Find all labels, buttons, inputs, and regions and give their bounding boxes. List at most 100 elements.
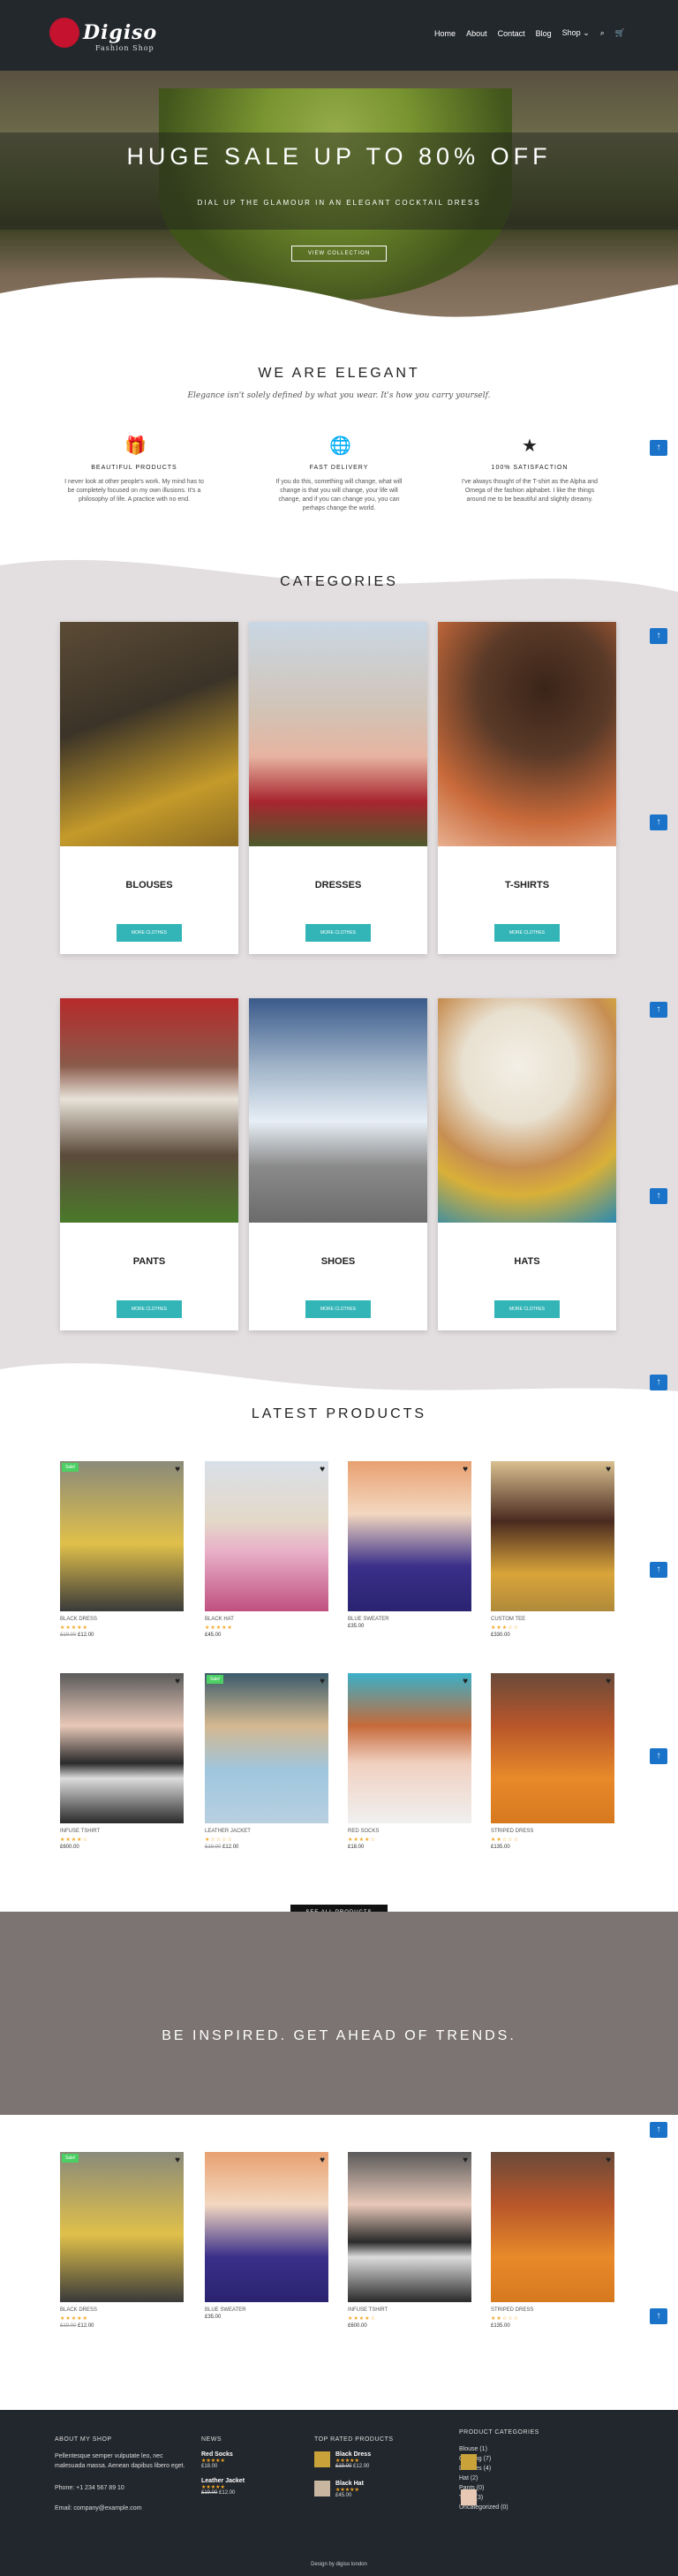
footer-cat-link[interactable]: Blouse (1) xyxy=(459,2444,583,2454)
nav-blog[interactable]: Blog xyxy=(536,29,552,38)
scroll-up-icon[interactable]: ↑ xyxy=(650,1748,667,1764)
product-card[interactable]: ♥ BLACK HAT ★★★★★ £45.00 xyxy=(205,1461,328,1638)
product-card[interactable]: ♥ BLUE SWEATER £35.00 xyxy=(205,2152,328,2320)
view-collection-button[interactable]: VIEW COLLECTION xyxy=(291,246,387,261)
product-price: £135.00 xyxy=(491,2323,614,2329)
more-clothes-button[interactable]: MORE CLOTHES xyxy=(494,924,560,942)
wishlist-heart-icon[interactable]: ♥ xyxy=(320,1465,325,1474)
product-card[interactable]: ♥ STRIPED DRESS ★★☆☆☆ £135.00 xyxy=(491,2152,614,2329)
product-card[interactable]: Sale! ♥ BLACK DRESS ★★★★★ £19.00 £12.00 xyxy=(60,1461,184,1638)
latest-title: LATEST PRODUCTS xyxy=(251,1406,427,1421)
wishlist-heart-icon[interactable]: ♥ xyxy=(175,1677,180,1686)
product-card[interactable]: ♥ INFUSE TSHIRT ★★★★☆ £600.00 xyxy=(348,2152,471,2329)
footer-cat-link[interactable]: Uncategorized (0) xyxy=(459,2503,583,2512)
product-name: LEATHER JACKET xyxy=(205,1829,251,1834)
scroll-up-icon[interactable]: ↑ xyxy=(650,440,667,456)
product-thumb xyxy=(314,2451,330,2467)
footer-news-item[interactable]: Red Socks ★★★★★ £18.00 xyxy=(201,2451,325,2469)
site-header: Digiso Fashion Shop Home About Contact B… xyxy=(0,0,678,71)
product-name: BLACK HAT xyxy=(205,1617,234,1622)
product-card[interactable]: ♥ CUSTOM TEE ★★★☆☆ £330.00 xyxy=(491,1461,614,1638)
wishlist-heart-icon[interactable]: ♥ xyxy=(606,1465,611,1474)
rating-stars: ★★☆☆☆ xyxy=(491,1837,519,1843)
scroll-up-icon[interactable]: ↑ xyxy=(650,628,667,644)
rating-stars: ★★★☆☆ xyxy=(491,1625,519,1631)
wishlist-heart-icon[interactable]: ♥ xyxy=(606,2156,611,2165)
scroll-up-icon[interactable]: ↑ xyxy=(650,1562,667,1578)
cart-icon[interactable]: 🛒 xyxy=(615,28,625,38)
more-clothes-button[interactable]: MORE CLOTHES xyxy=(117,1300,182,1318)
more-clothes-button[interactable]: MORE CLOTHES xyxy=(117,924,182,942)
product-card[interactable]: ♥ BLUE SWEATER £35.00 xyxy=(348,1461,471,1629)
new-price: £12.00 xyxy=(78,1633,94,1638)
old-price: £19.00 xyxy=(205,1845,222,1850)
scroll-up-icon[interactable]: ↑ xyxy=(650,1002,667,1018)
search-icon[interactable]: ⌕ xyxy=(600,28,605,38)
product-card[interactable]: ♥ INFUSE TSHIRT ★★★★☆ £600.00 xyxy=(60,1673,184,1850)
footer-cat-link[interactable]: Pants (0) xyxy=(459,2483,583,2493)
scroll-up-icon[interactable]: ↑ xyxy=(650,1375,667,1390)
footer-credit: Design by digiso london xyxy=(311,2562,367,2567)
new-price: £135.00 xyxy=(491,1845,510,1850)
nav-shop-label: Shop xyxy=(561,28,581,37)
wishlist-heart-icon[interactable]: ♥ xyxy=(606,1677,611,1686)
wishlist-heart-icon[interactable]: ♥ xyxy=(463,2156,468,2165)
more-clothes-button[interactable]: MORE CLOTHES xyxy=(305,1300,371,1318)
product-card[interactable]: ♥ RED SOCKS ★★★★☆ £18.00 xyxy=(348,1673,471,1850)
footer-cat-link[interactable]: Tshirt (3) xyxy=(459,2493,583,2503)
nav-shop[interactable]: Shop ⌄ xyxy=(562,28,590,38)
category-card-dresses[interactable]: DRESSES MORE CLOTHES xyxy=(249,622,427,954)
rating-stars: ★★☆☆☆ xyxy=(491,2316,519,2322)
scroll-up-icon[interactable]: ↑ xyxy=(650,814,667,830)
wishlist-heart-icon[interactable]: ♥ xyxy=(463,1677,468,1686)
category-card-tshirts[interactable]: T-SHIRTS MORE CLOTHES xyxy=(438,622,616,954)
footer-top-item[interactable]: Black Hat ★★★★★ £45.00 xyxy=(314,2481,456,2501)
new-price: £600.00 xyxy=(348,2323,367,2329)
product-image: ♥ xyxy=(348,1461,471,1611)
product-price: £35.00 xyxy=(348,1624,471,1629)
category-card-shoes[interactable]: SHOES MORE CLOTHES xyxy=(249,998,427,1330)
sale-badge: Sale! xyxy=(207,1675,224,1684)
footer-item-price: £18.00 xyxy=(201,2464,218,2469)
footer-email[interactable]: Email: company@example.com xyxy=(55,2504,187,2513)
category-card-pants[interactable]: PANTS MORE CLOTHES xyxy=(60,998,238,1330)
nav-about[interactable]: About xyxy=(466,29,487,38)
product-price: £19.00 £12.00 xyxy=(205,1845,328,1850)
category-image xyxy=(60,998,238,1223)
logo[interactable]: Digiso Fashion Shop xyxy=(49,5,164,55)
more-clothes-button[interactable]: MORE CLOTHES xyxy=(494,1300,560,1318)
category-image xyxy=(60,622,238,846)
logo-subtitle: Fashion Shop xyxy=(95,44,154,52)
product-card[interactable]: Sale! ♥ BLACK DRESS ★★★★★ £19.00 £12.00 xyxy=(60,2152,184,2329)
scroll-up-icon[interactable]: ↑ xyxy=(650,1188,667,1204)
wishlist-heart-icon[interactable]: ♥ xyxy=(175,1465,180,1474)
scroll-up-icon[interactable]: ↑ xyxy=(650,2308,667,2324)
product-price: £19.00 £12.00 xyxy=(60,2323,184,2329)
wishlist-heart-icon[interactable]: ♥ xyxy=(320,2156,325,2165)
category-card-blouses[interactable]: BLOUSES MORE CLOTHES xyxy=(60,622,238,954)
footer-cat-link[interactable]: Hat (2) xyxy=(459,2474,583,2483)
wishlist-heart-icon[interactable]: ♥ xyxy=(175,2156,180,2165)
product-card[interactable]: Sale! ♥ LEATHER JACKET ★☆☆☆☆ £19.00 £12.00 xyxy=(205,1673,328,1850)
footer-cat-link[interactable]: Dresses (4) xyxy=(459,2464,583,2474)
footer-about-title: ABOUT MY SHOP xyxy=(55,2436,112,2443)
wishlist-heart-icon[interactable]: ♥ xyxy=(463,1465,468,1474)
rating-stars: ★★★★★ xyxy=(335,2459,359,2464)
scroll-up-icon[interactable]: ↑ xyxy=(650,2122,667,2138)
footer-cat-link[interactable]: Clothing (7) xyxy=(459,2454,583,2464)
category-title: T-SHIRTS xyxy=(504,880,550,890)
footer-top-item-body: Black Dress ★★★★★ £19.00 £12.00 xyxy=(335,2451,371,2469)
footer-top-item[interactable]: Black Dress ★★★★★ £19.00 £12.00 xyxy=(314,2451,456,2472)
footer-categories: PRODUCT CATEGORIES Blouse (1) Clothing (… xyxy=(459,2429,583,2512)
nav-home[interactable]: Home xyxy=(434,29,456,38)
hero-subtitle: DIAL UP THE GLAMOUR IN AN ELEGANT COCKTA… xyxy=(197,199,481,207)
footer-news-item[interactable]: Leather Jacket ★★★★★ £19.00 £12.00 xyxy=(201,2478,325,2496)
nav-contact[interactable]: Contact xyxy=(498,29,525,38)
category-title: HATS xyxy=(514,1256,540,1267)
more-clothes-button[interactable]: MORE CLOTHES xyxy=(305,924,371,942)
wishlist-heart-icon[interactable]: ♥ xyxy=(320,1677,325,1686)
footer-item-title: Leather Jacket xyxy=(201,2478,245,2484)
footer-item-title: Black Dress xyxy=(335,2451,372,2458)
category-card-hats[interactable]: HATS MORE CLOTHES xyxy=(438,998,616,1330)
product-card[interactable]: ♥ STRIPED DRESS ★★☆☆☆ £135.00 xyxy=(491,1673,614,1850)
